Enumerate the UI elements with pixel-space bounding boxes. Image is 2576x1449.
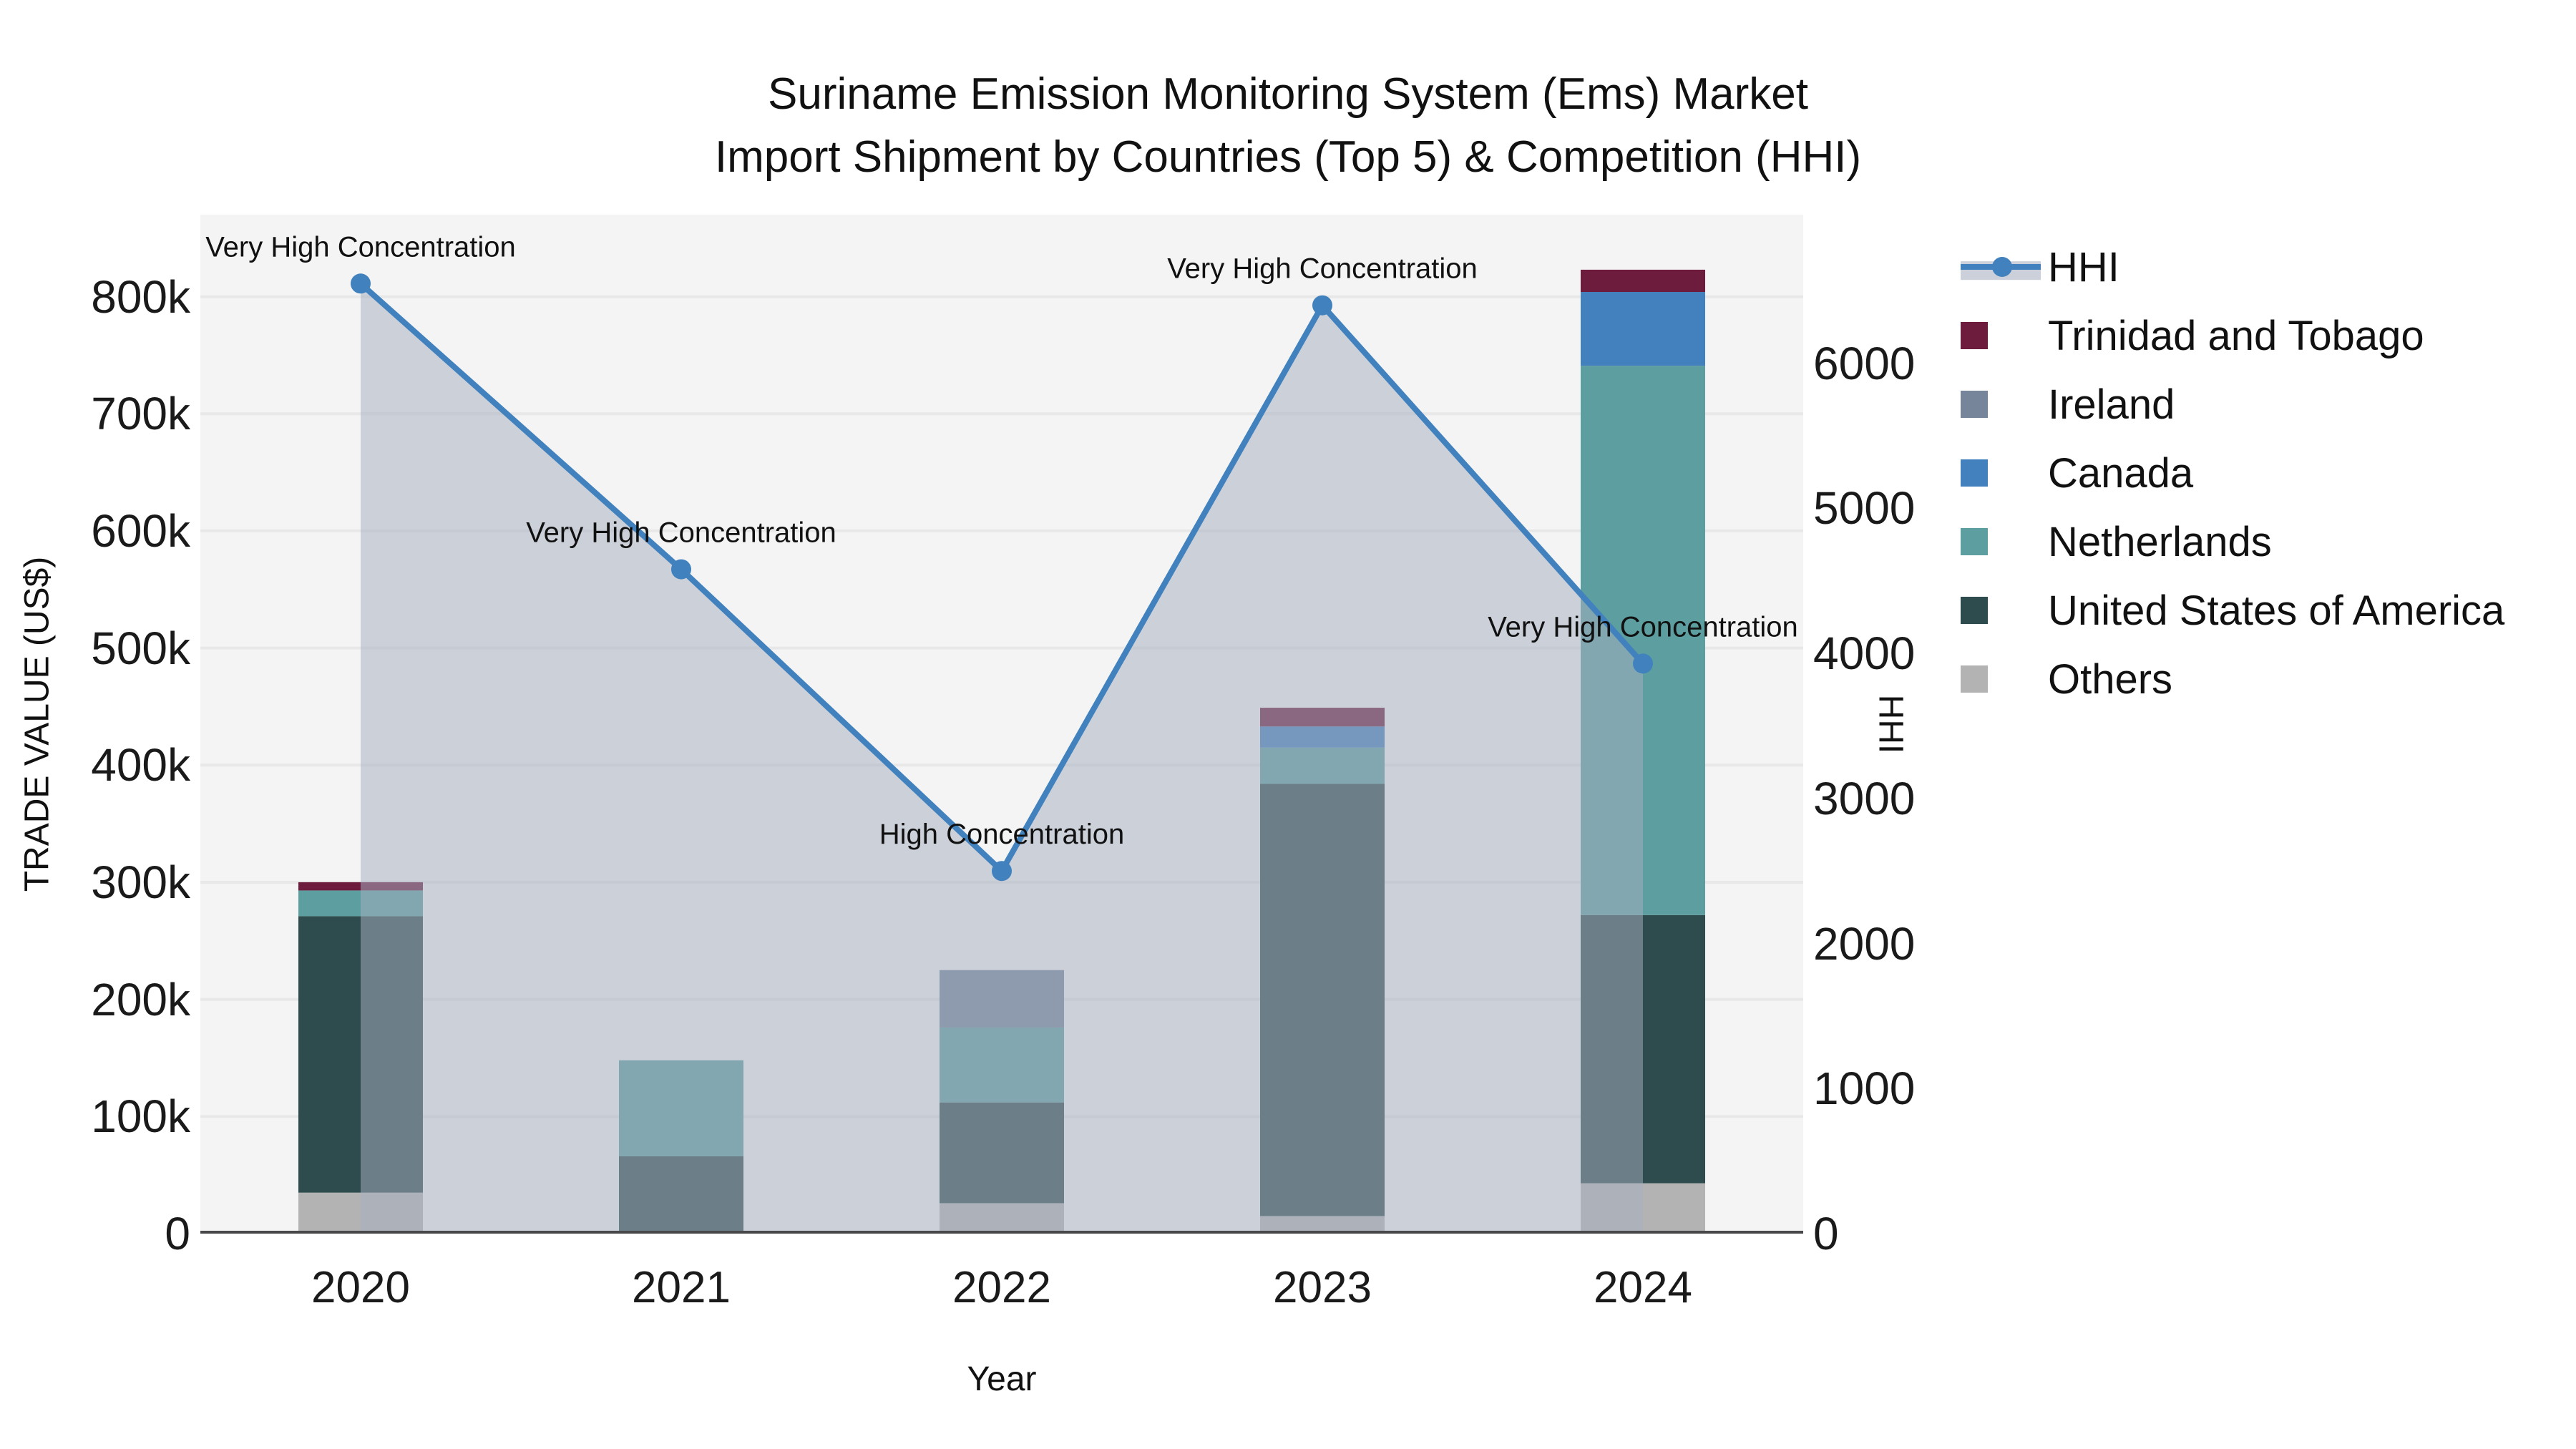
legend-color-swatch — [1961, 597, 1988, 624]
annotation-2020: Very High Concentration — [205, 231, 516, 263]
plot-svg: Very High Concentration Very High Concent… — [200, 215, 1803, 1234]
bar-segment-2024-trinidad-and-tobago[interactable] — [1581, 269, 1705, 293]
annotation-2024: Very High Concentration — [1488, 611, 1798, 643]
legend-label: Trinidad and Tobago — [2048, 312, 2424, 359]
annotation-2021: Very High Concentration — [526, 517, 836, 549]
bar-segment-2024-canada[interactable] — [1581, 292, 1705, 366]
x-axis-title: Year — [967, 1360, 1037, 1398]
y-left-tick-700k: 700k — [91, 388, 190, 440]
legend-hhi-marker-icon — [1992, 257, 2012, 277]
y-right-tick-4000: 4000 — [1813, 628, 1916, 680]
legend-color-swatch — [1961, 322, 1988, 349]
y-left-tick-600k: 600k — [91, 504, 190, 557]
legend-swatch-icon — [1961, 576, 2041, 645]
annotation-2022: High Concentration — [879, 819, 1124, 850]
hhi-marker-2022[interactable] — [992, 861, 1012, 882]
legend-swatch-icon — [1961, 645, 2041, 713]
legend-label: Ireland — [2048, 381, 2175, 428]
hhi-marker-2023[interactable] — [1312, 295, 1332, 316]
legend-item-trinidad-and-tobago[interactable]: Trinidad and Tobago — [1961, 301, 2504, 370]
legend-swatch-icon — [1961, 507, 2041, 576]
legend-item-united-states-of-america[interactable]: United States of America — [1961, 576, 2504, 645]
legend-label: Canada — [2048, 449, 2194, 497]
legend-color-swatch — [1961, 459, 1988, 487]
y-left-tick-500k: 500k — [91, 622, 190, 674]
legend-swatch-icon — [1961, 439, 2041, 507]
legend-line-symbol — [1961, 233, 2041, 301]
y-right-tick-2000: 2000 — [1813, 917, 1916, 970]
y-left-tick-800k: 800k — [91, 270, 190, 323]
y-axis-title-left: TRADE VALUE (US$) — [18, 556, 57, 892]
legend-label: HHI — [2048, 243, 2119, 291]
x-tick-2023: 2023 — [1273, 1263, 1372, 1312]
chart-title-line1: Suriname Emission Monitoring System (Ems… — [768, 69, 1808, 119]
legend-item-others[interactable]: Others — [1961, 645, 2504, 713]
chart-title: Suriname Emission Monitoring System (Ems… — [0, 63, 2576, 189]
legend-color-swatch — [1961, 665, 1988, 693]
x-tick-2021: 2021 — [632, 1263, 731, 1312]
x-tick-2022: 2022 — [952, 1263, 1051, 1312]
chart-figure: Suriname Emission Monitoring System (Ems… — [0, 0, 2576, 1449]
legend-item-canada[interactable]: Canada — [1961, 439, 2504, 507]
legend-swatch-icon — [1961, 301, 2041, 370]
y-left-tick-100k: 100k — [91, 1091, 190, 1143]
hhi-marker-2021[interactable] — [671, 559, 691, 580]
y-right-tick-6000: 6000 — [1813, 337, 1916, 389]
legend-item-hhi[interactable]: HHI — [1961, 233, 2504, 301]
legend-label: Others — [2048, 655, 2173, 703]
y-left-tick-200k: 200k — [91, 973, 190, 1025]
legend-label: Netherlands — [2048, 518, 2272, 565]
plot-area: Very High Concentration Very High Concent… — [200, 215, 1803, 1234]
y-right-tick-0: 0 — [1813, 1208, 1839, 1259]
legend-label: United States of America — [2048, 587, 2505, 634]
hhi-marker-2024[interactable] — [1633, 653, 1653, 674]
legend-color-swatch — [1961, 391, 1988, 418]
hhi-marker-2020[interactable] — [351, 273, 371, 294]
y-left-tick-0: 0 — [165, 1208, 190, 1259]
annotation-2023: Very High Concentration — [1167, 253, 1478, 285]
legend-item-netherlands[interactable]: Netherlands — [1961, 507, 2504, 576]
y-left-tick-300k: 300k — [91, 856, 190, 908]
x-tick-2020: 2020 — [311, 1263, 410, 1312]
legend: HHI Trinidad and Tobago Ireland Canada Nethe… — [1961, 233, 2504, 713]
y-axis-title-right: HHI — [1871, 694, 1910, 754]
legend-swatch-icon — [1961, 370, 2041, 439]
y-right-tick-5000: 5000 — [1813, 482, 1916, 535]
legend-color-swatch — [1961, 528, 1988, 555]
y-right-tick-3000: 3000 — [1813, 772, 1916, 824]
y-left-tick-400k: 400k — [91, 739, 190, 791]
x-tick-2024: 2024 — [1594, 1263, 1692, 1312]
y-right-tick-1000: 1000 — [1813, 1063, 1916, 1115]
chart-title-line2: Import Shipment by Countries (Top 5) & C… — [714, 132, 1862, 182]
legend-item-ireland[interactable]: Ireland — [1961, 370, 2504, 439]
